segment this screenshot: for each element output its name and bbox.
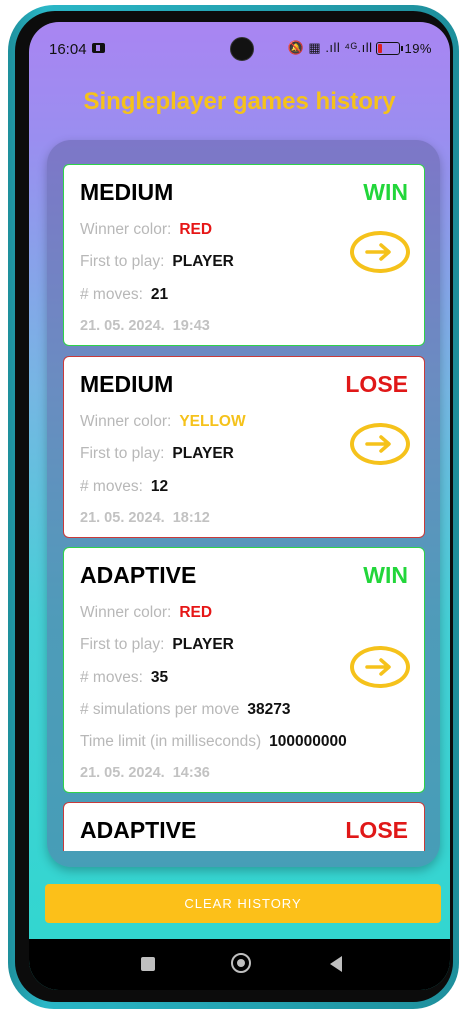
- clear-history-button[interactable]: CLEAR HISTORY: [45, 884, 441, 923]
- game-datetime: 21. 05. 2024. 19:43: [80, 318, 210, 334]
- screen: 16:04 🔕 ▦ .ıll ⁴ᴳ.ıll 19% Singleplayer g…: [29, 22, 450, 990]
- first-to-play-label: First to play:: [80, 445, 165, 462]
- first-to-play-row: First to play: PLAYER: [80, 636, 234, 654]
- game-card[interactable]: MEDIUM WIN Winner color: RED First to pla…: [63, 164, 425, 346]
- navigation-bar: [29, 939, 450, 990]
- game-datetime: 21. 05. 2024. 14:36: [80, 765, 210, 781]
- moves-row: # moves: 35: [80, 669, 168, 687]
- first-to-play-value: PLAYER: [172, 445, 234, 462]
- game-card[interactable]: MEDIUM LOSE Winner color: YELLOW First to…: [63, 356, 425, 538]
- page-title: Singleplayer games history: [83, 88, 396, 115]
- moves-value: 35: [150, 669, 169, 686]
- moves-row: # moves: 21: [80, 286, 168, 304]
- game-time: 18:12: [172, 510, 210, 526]
- status-time: 16:04: [49, 41, 87, 58]
- arrow-right-icon: [365, 435, 391, 453]
- game-date: 21. 05. 2024.: [80, 510, 165, 526]
- winner-color-value: RED: [179, 221, 213, 238]
- winner-color-value: RED: [179, 604, 213, 621]
- moves-label: # moves:: [80, 669, 143, 686]
- battery-icon: [376, 41, 404, 55]
- simulations-label: # simulations per move: [80, 701, 240, 718]
- system-icons: 🔕 ▦ .ıll ⁴ᴳ.ıll 19%: [288, 40, 432, 56]
- signal-icons: 🔕 ▦ .ıll ⁴ᴳ.ıll: [287, 40, 373, 55]
- winner-color-row: Winner color: RED: [80, 604, 212, 622]
- open-game-button[interactable]: [350, 423, 410, 465]
- game-mode: ADAPTIVE: [80, 562, 197, 588]
- moves-label: # moves:: [80, 478, 143, 495]
- simulations-value: 38273: [247, 701, 291, 718]
- first-to-play-row: First to play: PLAYER: [80, 253, 234, 271]
- moves-value: 12: [150, 478, 169, 495]
- history-list[interactable]: MEDIUM WIN Winner color: RED First to pla…: [47, 140, 440, 867]
- winner-color-label: Winner color:: [80, 221, 172, 238]
- battery-level: 19%: [404, 40, 432, 56]
- open-game-button[interactable]: [350, 231, 410, 273]
- notification-icon: [92, 43, 105, 53]
- recent-apps-icon[interactable]: [141, 957, 155, 971]
- game-card[interactable]: ADAPTIVE LOSE: [63, 802, 425, 851]
- status-bar: 16:04 🔕 ▦ .ıll ⁴ᴳ.ıll 19%: [29, 22, 450, 72]
- winner-color-label: Winner color:: [80, 413, 172, 430]
- game-time: 19:43: [172, 318, 210, 334]
- home-icon[interactable]: [231, 953, 251, 973]
- game-mode: MEDIUM: [80, 179, 174, 205]
- arrow-right-icon: [365, 243, 391, 261]
- history-list-viewport: MEDIUM WIN Winner color: RED First to pla…: [63, 140, 425, 851]
- front-camera: [230, 37, 254, 61]
- game-time: 14:36: [172, 765, 210, 781]
- game-result: LOSE: [345, 817, 408, 843]
- game-mode: ADAPTIVE: [80, 817, 197, 843]
- first-to-play-value: PLAYER: [172, 253, 234, 270]
- time-limit-value: 100000000: [269, 733, 347, 750]
- game-date: 21. 05. 2024.: [80, 318, 165, 334]
- winner-color-row: Winner color: RED: [80, 221, 212, 239]
- game-date: 21. 05. 2024.: [80, 765, 165, 781]
- first-to-play-label: First to play:: [80, 636, 165, 653]
- time-limit-row: Time limit (in milliseconds) 100000000: [80, 733, 347, 751]
- moves-value: 21: [150, 286, 169, 303]
- game-card[interactable]: ADAPTIVE WIN Winner color: RED First to p…: [63, 547, 425, 793]
- winner-color-row: Winner color: YELLOW: [80, 413, 246, 431]
- winner-color-value: YELLOW: [179, 413, 246, 430]
- back-icon[interactable]: [330, 956, 342, 972]
- moves-label: # moves:: [80, 286, 143, 303]
- first-to-play-value: PLAYER: [172, 636, 234, 653]
- game-result: WIN: [363, 179, 408, 205]
- moves-row: # moves: 12: [80, 478, 168, 496]
- time-limit-label: Time limit (in milliseconds): [80, 733, 262, 750]
- simulations-row: # simulations per move 38273: [80, 701, 290, 719]
- first-to-play-label: First to play:: [80, 253, 165, 270]
- open-game-button[interactable]: [350, 646, 410, 688]
- game-result: LOSE: [345, 371, 408, 397]
- arrow-right-icon: [365, 658, 391, 676]
- first-to-play-row: First to play: PLAYER: [80, 445, 234, 463]
- winner-color-label: Winner color:: [80, 604, 172, 621]
- game-mode: MEDIUM: [80, 371, 174, 397]
- game-datetime: 21. 05. 2024. 18:12: [80, 510, 210, 526]
- game-result: WIN: [363, 562, 408, 588]
